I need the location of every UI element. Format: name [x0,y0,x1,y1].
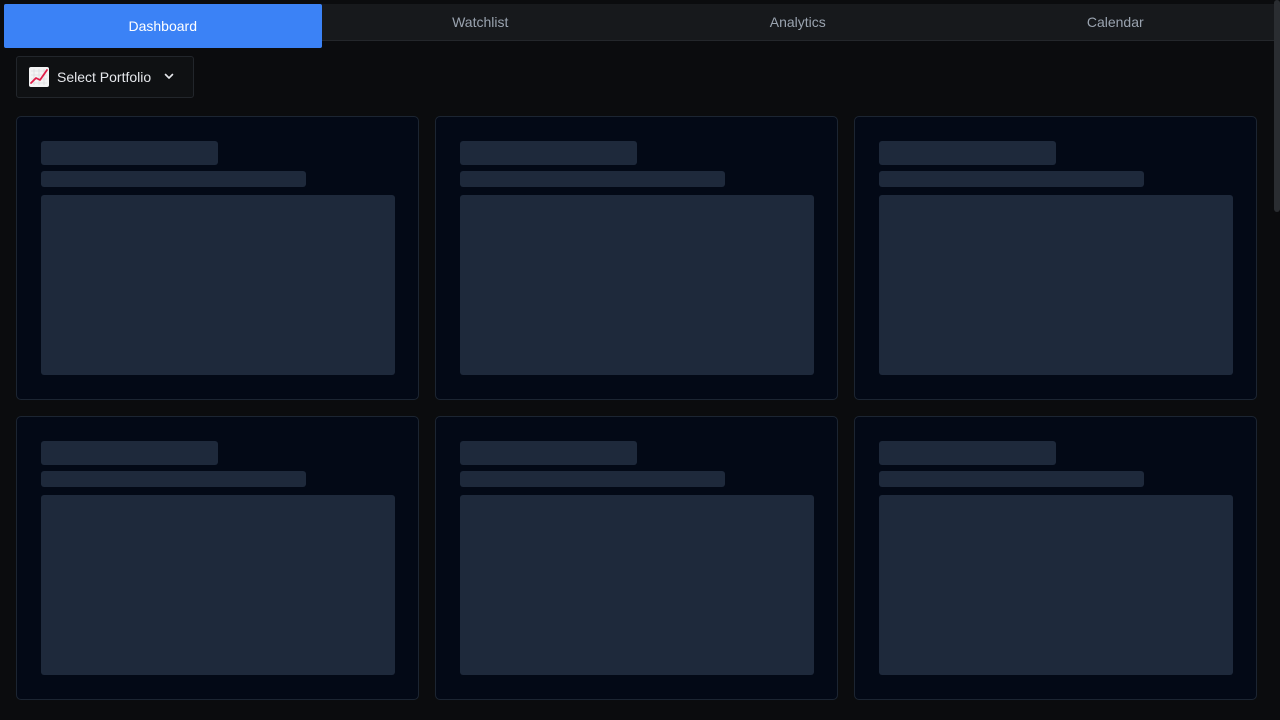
skeleton-subtitle [41,471,306,487]
skeleton-card [16,416,419,700]
skeleton-card [16,116,419,400]
skeleton-title [879,141,1056,165]
skeleton-chart-placeholder [460,195,814,375]
skeleton-chart-placeholder [879,495,1233,675]
skeleton-title [41,141,218,165]
skeleton-chart-placeholder [879,195,1233,375]
skeleton-title [460,141,637,165]
portfolio-select-label: Select Portfolio [57,69,152,85]
chart-increasing-icon [29,67,49,87]
skeleton-chart-placeholder [460,495,814,675]
skeleton-subtitle [879,471,1144,487]
skeleton-title [41,441,218,465]
tab-analytics[interactable]: Analytics [639,4,957,40]
skeleton-subtitle [460,171,725,187]
tab-dashboard[interactable]: Dashboard [4,4,322,48]
dashboard-card-grid [16,116,1258,700]
skeleton-subtitle [460,471,725,487]
skeleton-card [854,416,1257,700]
tab-calendar[interactable]: Calendar [957,4,1275,40]
tab-watchlist[interactable]: Watchlist [322,4,640,40]
skeleton-subtitle [41,171,306,187]
skeleton-card [854,116,1257,400]
skeleton-card [435,116,838,400]
main-tab-bar: Dashboard Watchlist Analytics Calendar [4,4,1275,48]
skeleton-subtitle [879,171,1144,187]
skeleton-title [879,441,1056,465]
portfolio-select-button[interactable]: Select Portfolio [16,56,194,98]
skeleton-chart-placeholder [41,495,395,675]
chevron-down-icon [163,69,175,85]
skeleton-card [435,416,838,700]
page-scrollbar[interactable] [1274,0,1280,212]
skeleton-title [460,441,637,465]
skeleton-chart-placeholder [41,195,395,375]
